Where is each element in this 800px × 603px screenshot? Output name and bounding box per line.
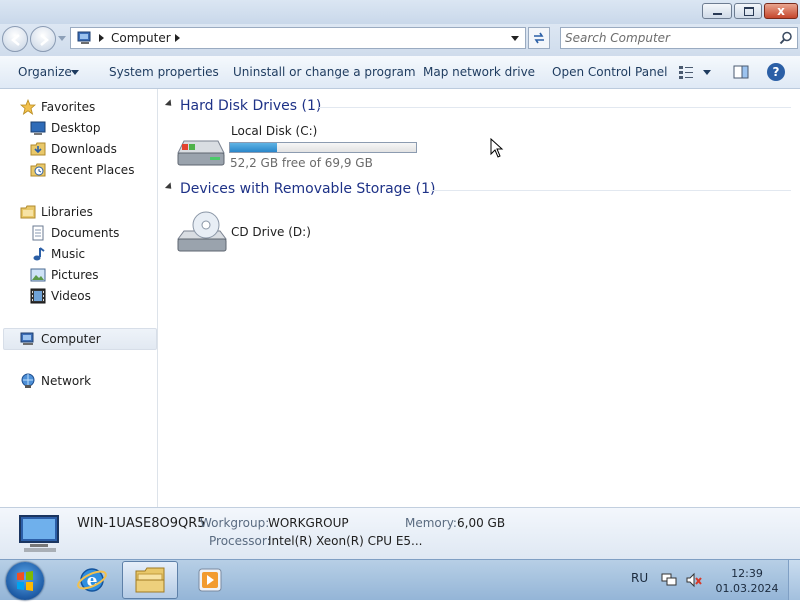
forward-arrow-icon: [40, 34, 49, 46]
input-language-indicator[interactable]: RU: [631, 571, 648, 585]
windows-explorer-folder-icon: [135, 567, 165, 593]
map-network-drive-button[interactable]: Map network drive: [423, 65, 535, 79]
organize-dropdown-icon[interactable]: [71, 70, 79, 75]
open-control-panel-button[interactable]: Open Control Panel: [552, 65, 667, 79]
libraries-icon: [20, 205, 36, 219]
documents-icon: [32, 225, 44, 241]
group-header-hard-disk-drives[interactable]: Hard Disk Drives (1): [164, 98, 322, 114]
nav-libraries-label: Libraries: [41, 205, 93, 219]
uninstall-program-button[interactable]: Uninstall or change a program: [233, 65, 416, 79]
recent-places-icon: [30, 163, 46, 177]
nav-favorites-label: Favorites: [41, 100, 96, 114]
breadcrumb-computer[interactable]: Computer: [111, 31, 171, 45]
computer-icon: [19, 515, 59, 552]
collapse-group-icon[interactable]: [164, 182, 175, 192]
system-properties-button[interactable]: System properties: [109, 65, 219, 79]
nav-desktop-label: Desktop: [51, 121, 101, 135]
group-title: Hard Disk Drives (1): [180, 98, 322, 114]
minimize-button[interactable]: [702, 3, 732, 19]
file-list-view: Hard Disk Drives (1) Local Disk (C:) 52,…: [159, 89, 800, 507]
music-icon: [33, 247, 45, 261]
clock-date: 01.03.2024: [715, 582, 779, 595]
show-desktop-button[interactable]: [788, 560, 800, 600]
back-button[interactable]: [2, 26, 28, 52]
back-arrow-icon: [11, 34, 20, 46]
disk-free-space: 52,2 GB free of 69,9 GB: [230, 156, 373, 170]
group-header-removable-storage[interactable]: Devices with Removable Storage (1): [164, 181, 436, 197]
drive-name: Local Disk (C:): [231, 124, 318, 138]
group-divider: [431, 190, 791, 191]
forward-button[interactable]: [30, 26, 56, 52]
search-input[interactable]: [565, 30, 765, 46]
memory-label: Memory:: [405, 516, 457, 530]
disk-usage-bar: [229, 142, 417, 153]
computer-name: WIN-1UASE8O9QR5: [77, 516, 206, 531]
drive-name: CD Drive (D:): [231, 225, 311, 239]
nav-documents-label: Documents: [51, 226, 120, 240]
breadcrumb-separator-icon[interactable]: [99, 34, 104, 42]
taskbar: e RU 12:39 01.03.2024: [0, 559, 800, 600]
hard-disk-drive-icon: [177, 140, 225, 166]
taskbar-internet-explorer[interactable]: e: [64, 561, 120, 599]
system-clock[interactable]: 12:39 01.03.2024: [714, 566, 780, 596]
address-bar[interactable]: Computer: [70, 27, 526, 49]
view-options-dropdown-icon[interactable]: [703, 70, 711, 75]
nav-recent-places-label: Recent Places: [51, 163, 135, 177]
pictures-icon: [30, 268, 46, 282]
volume-muted-icon[interactable]: [686, 572, 704, 588]
computer-icon: [20, 332, 34, 345]
search-box[interactable]: [560, 27, 798, 49]
memory-value: 6,00 GB: [457, 516, 506, 530]
close-button[interactable]: x: [764, 3, 798, 19]
desktop-icon: [30, 121, 46, 135]
refresh-icon: [534, 32, 544, 44]
network-tray-icon[interactable]: [661, 572, 677, 588]
start-button[interactable]: [6, 562, 44, 600]
nav-pictures-label: Pictures: [51, 268, 99, 282]
group-title: Devices with Removable Storage (1): [180, 181, 436, 197]
nav-network-label: Network: [41, 374, 92, 388]
command-bar: Organize System properties Uninstall or …: [0, 56, 800, 89]
disk-usage-fill: [230, 143, 278, 152]
workgroup-label: Workgroup:: [200, 516, 270, 530]
videos-icon: [30, 288, 46, 304]
refresh-button[interactable]: [528, 27, 550, 49]
favorites-star-icon: [20, 99, 36, 115]
workgroup-value: WORKGROUP: [268, 516, 349, 530]
organize-button[interactable]: Organize: [18, 65, 72, 79]
window-title-bar[interactable]: x: [0, 0, 800, 24]
preview-pane-icon[interactable]: [733, 65, 749, 79]
help-button[interactable]: ?: [767, 63, 785, 81]
nav-videos-label: Videos: [51, 289, 91, 303]
breadcrumb-separator-icon[interactable]: [175, 34, 180, 42]
media-player-icon: [198, 568, 222, 592]
nav-downloads-label: Downloads: [51, 142, 117, 156]
windows-logo-icon: [17, 571, 33, 591]
details-pane: WIN-1UASE8O9QR5 Workgroup: WORKGROUP Mem…: [0, 507, 800, 559]
collapse-group-icon[interactable]: [164, 99, 175, 109]
nav-computer-label: Computer: [41, 332, 101, 346]
navigation-pane: Favorites Desktop Downloads Recent Place…: [0, 89, 158, 507]
close-icon: x: [777, 4, 785, 18]
processor-value: Intel(R) Xeon(R) CPU E5...: [268, 534, 423, 548]
taskbar-windows-media-player[interactable]: [182, 561, 238, 599]
network-icon: [21, 373, 35, 388]
cd-drive-icon: [177, 211, 227, 252]
clock-time: 12:39: [731, 567, 763, 580]
mouse-cursor-icon: [490, 138, 504, 158]
downloads-folder-icon: [30, 142, 46, 156]
computer-icon: [77, 31, 91, 44]
recent-pages-dropdown-icon[interactable]: [58, 34, 66, 42]
change-view-icon[interactable]: [678, 65, 694, 79]
address-history-dropdown-icon[interactable]: [511, 36, 519, 41]
internet-explorer-icon: e: [77, 568, 107, 592]
search-icon[interactable]: [779, 31, 793, 45]
navigation-bar: Computer: [0, 24, 800, 56]
taskbar-windows-explorer[interactable]: [122, 561, 178, 599]
group-divider: [319, 107, 791, 108]
maximize-button[interactable]: [734, 3, 762, 19]
processor-label: Processor:: [209, 534, 271, 548]
nav-music-label: Music: [51, 247, 86, 261]
drive-item-cd-drive-d[interactable]: CD Drive (D:): [174, 207, 444, 257]
